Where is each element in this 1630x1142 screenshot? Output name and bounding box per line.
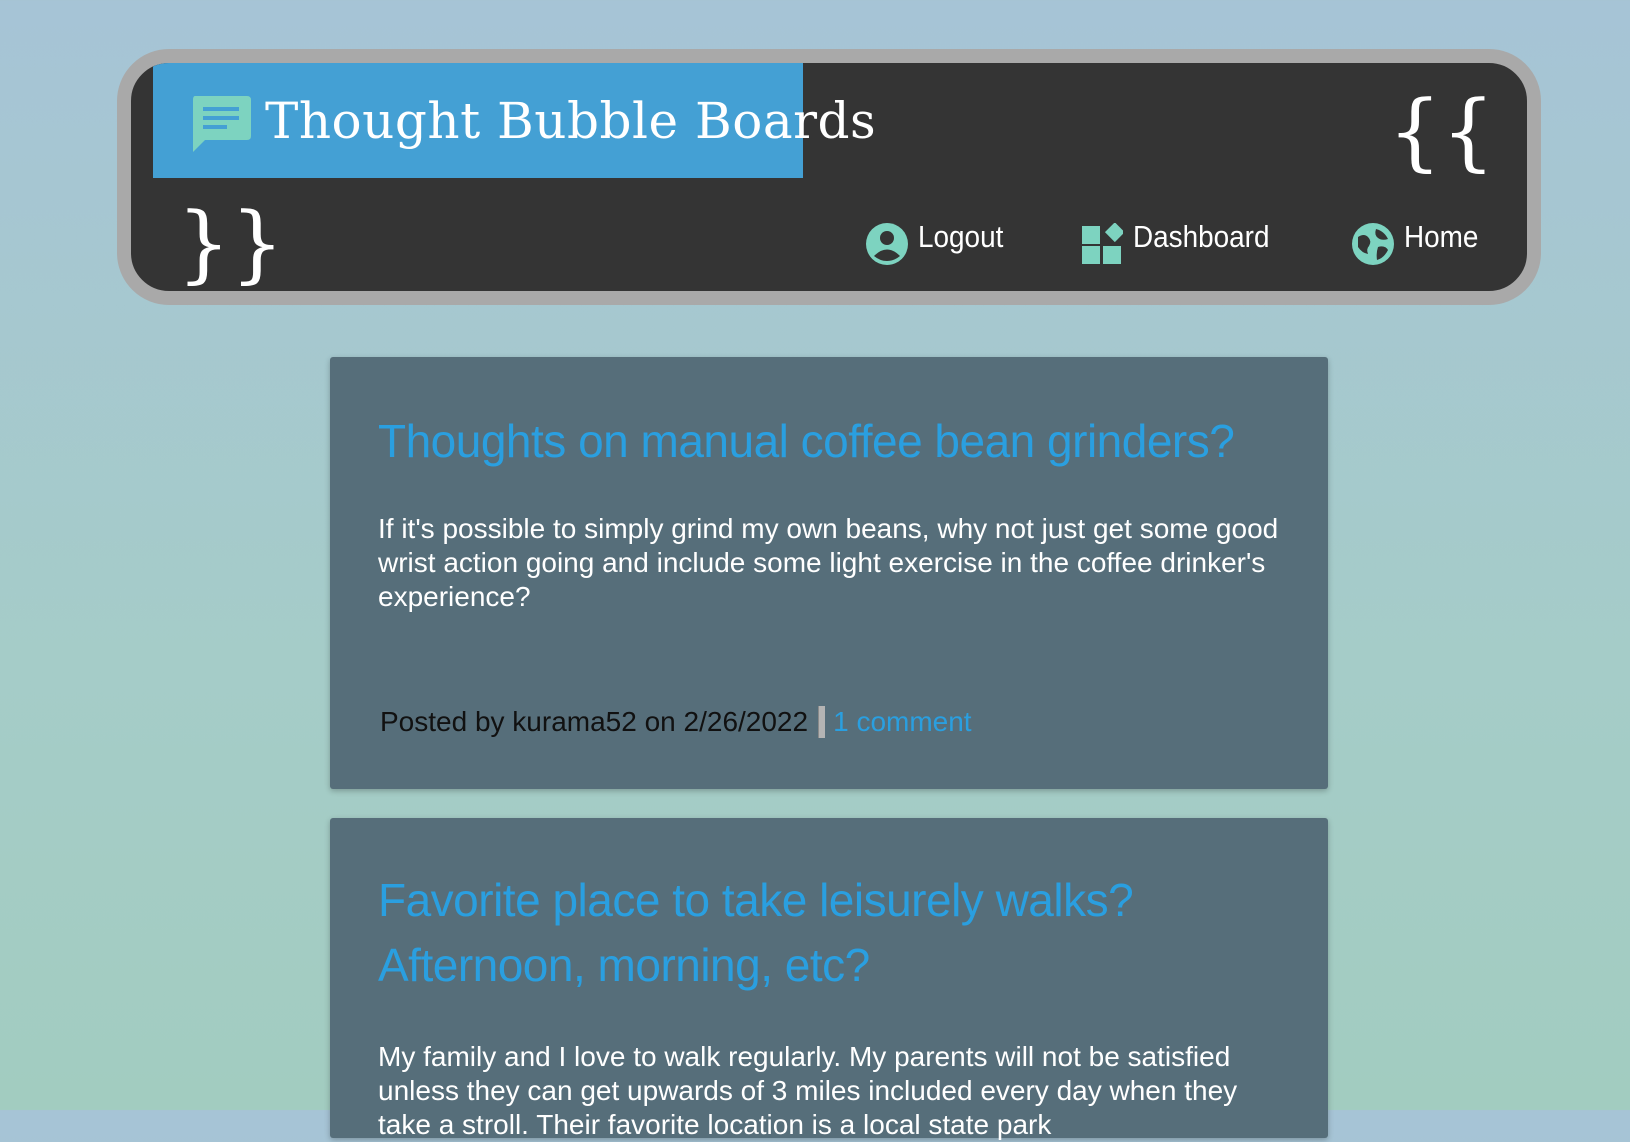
nav-logout-label: Logout — [917, 219, 1004, 254]
chat-bubble-icon — [191, 94, 251, 154]
nav-dashboard-label: Dashboard — [1132, 219, 1270, 254]
nav-home-label: Home — [1404, 219, 1479, 254]
nav-logout[interactable]: Logout — [865, 209, 1013, 265]
post-title[interactable]: Favorite place to take leisurely walks? … — [378, 818, 1280, 998]
meta-separator — [818, 706, 826, 738]
post-card: Thoughts on manual coffee bean grinders?… — [330, 357, 1328, 789]
brace-open-decoration: {{ — [1388, 82, 1495, 180]
post-card: Favorite place to take leisurely walks? … — [330, 818, 1328, 1140]
brace-close-decoration: }} — [177, 194, 284, 292]
comments-link[interactable]: 1 comment — [833, 706, 972, 738]
post-meta: Posted by kurama52 on 2/26/2022 1 commen… — [380, 706, 972, 738]
post-title[interactable]: Thoughts on manual coffee bean grinders? — [378, 357, 1280, 474]
post-author-date: Posted by kurama52 on 2/26/2022 — [380, 706, 809, 737]
nav-home[interactable]: Home — [1352, 209, 1487, 265]
nav-dashboard[interactable]: Dashboard — [1081, 209, 1285, 265]
brand[interactable]: Thought Bubble Boards — [153, 63, 876, 178]
post-body: My family and I love to walk regularly. … — [378, 1041, 1238, 1140]
site-header: Thought Bubble Boards {{ }} Logout Dashb… — [117, 49, 1541, 305]
account-circle-icon — [865, 223, 908, 265]
dashboard-icon — [1081, 222, 1125, 265]
site-title: Thought Bubble Boards — [265, 91, 877, 150]
main-nav: Logout Dashboard Home — [798, 209, 1487, 265]
post-body: If it's possible to simply grind my own … — [378, 513, 1279, 612]
globe-icon — [1352, 223, 1395, 265]
